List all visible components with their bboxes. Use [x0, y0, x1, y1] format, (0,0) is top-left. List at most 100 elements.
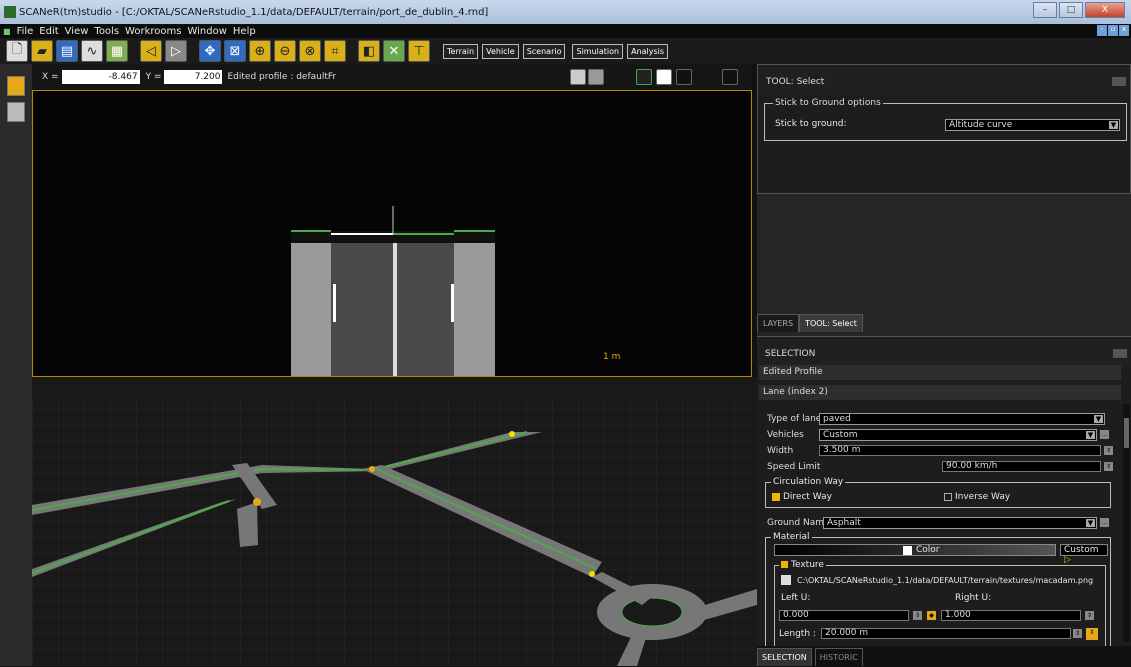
width-spinner[interactable]: ⇕: [1104, 446, 1113, 455]
edited-profile-header[interactable]: Edited Profile: [759, 365, 1121, 380]
save-icon[interactable]: ▤: [56, 40, 78, 62]
road-branch-down: [237, 502, 258, 547]
tab-analysis[interactable]: Analysis: [627, 43, 669, 59]
vehicles-select[interactable]: Custom ▼: [819, 429, 1097, 441]
inverse-way-checkbox[interactable]: Inverse Way: [944, 492, 1010, 502]
play-arrow-icon: ▷: [1064, 555, 1071, 565]
window-title: SCANeR(tm)studio - [C:/OKTAL/SCANeRstudi…: [19, 6, 489, 18]
tab-simulation[interactable]: Simulation: [572, 43, 624, 59]
length-lock-icon[interactable]: ⇕: [1086, 628, 1098, 640]
material-group: Material Color Custom ▷ Texture C:\OKTAL…: [765, 532, 1111, 648]
tab-terrain[interactable]: Terrain: [443, 43, 479, 59]
maximize-button[interactable]: □: [1059, 2, 1083, 18]
white-square-icon[interactable]: [656, 69, 672, 85]
menu-file[interactable]: File: [14, 26, 37, 37]
tab-tool-select[interactable]: TOOL: Select: [799, 314, 863, 332]
tab-layers[interactable]: LAYERS: [757, 314, 800, 332]
mdi-minimize-button[interactable]: -: [1097, 25, 1107, 36]
zoom-region-icon[interactable]: ⊠: [224, 40, 246, 62]
speed-limit-field[interactable]: 90.00 km/h: [942, 461, 1101, 472]
tab-selection[interactable]: SELECTION: [757, 648, 812, 666]
measure-icon[interactable]: ⊤: [408, 40, 430, 62]
color-bar[interactable]: Color: [774, 544, 1056, 556]
y-coordinate-field[interactable]: 7.200: [164, 70, 223, 84]
menu-window[interactable]: Window: [184, 26, 229, 37]
ground-value: Asphalt: [827, 518, 861, 528]
open-folder-icon[interactable]: ▰: [31, 40, 53, 62]
mdi-restore-button[interactable]: ▫: [1108, 25, 1118, 36]
texture-title-wrap: Texture: [779, 560, 826, 570]
zoom-extent-icon[interactable]: ⌗: [324, 40, 346, 62]
ground-more-button[interactable]: …: [1100, 518, 1109, 527]
wireframe-icon[interactable]: [676, 69, 692, 85]
menu-edit[interactable]: Edit: [36, 26, 61, 37]
custom-button[interactable]: Custom ▷: [1060, 544, 1108, 565]
stick-group-title: Stick to Ground options: [773, 98, 883, 108]
tab-historic[interactable]: HISTORIC: [814, 648, 863, 666]
vehicles-more-button[interactable]: …: [1100, 430, 1109, 439]
x-coordinate-field[interactable]: -8.467: [61, 70, 140, 84]
layer-stack-icon[interactable]: ◧: [358, 40, 380, 62]
right-u-field[interactable]: 1.000: [941, 610, 1081, 621]
new-file-icon[interactable]: 🗋: [6, 40, 28, 62]
profile-curve-icon[interactable]: ∿: [81, 40, 103, 62]
terrain-map-icon[interactable]: ▦: [106, 40, 128, 62]
junction-marker-2[interactable]: [369, 466, 375, 472]
mdi-close-button[interactable]: x: [1119, 25, 1129, 36]
junction-marker-3[interactable]: [509, 431, 515, 437]
tab-scenario[interactable]: Scenario: [522, 43, 566, 59]
view-button-gray-2[interactable]: [588, 69, 604, 85]
menu-tools[interactable]: Tools: [91, 26, 122, 37]
3d-viewport[interactable]: [32, 377, 757, 666]
length-spinner[interactable]: ⇕: [1073, 629, 1082, 638]
left-u-spinner[interactable]: ⇕: [913, 611, 922, 620]
chevron-down-icon: ▼: [1109, 121, 1118, 129]
zoom-fit-icon[interactable]: ⊗: [299, 40, 321, 62]
undo-arrow-icon[interactable]: ◁: [140, 40, 162, 62]
edit-tool-icon[interactable]: [7, 102, 25, 122]
speed-spinner[interactable]: ⇕: [1104, 462, 1113, 471]
camera-options-icon[interactable]: [722, 69, 738, 85]
selection-scrollbar[interactable]: [1123, 404, 1130, 642]
checkbox-empty-icon: [944, 492, 952, 501]
ground-name-select[interactable]: Asphalt ▼: [823, 517, 1097, 529]
circulation-way-group: Circulation Way Direct Way Inverse Way: [765, 477, 1111, 508]
tab-vehicle[interactable]: Vehicle: [482, 43, 519, 59]
texture-title: Texture: [791, 560, 824, 570]
junction-marker-4[interactable]: [589, 571, 595, 577]
zoom-in-icon[interactable]: ⊕: [249, 40, 271, 62]
left-u-field[interactable]: 0.000: [779, 610, 909, 621]
cross-section-icon[interactable]: ✕: [383, 40, 405, 62]
selection-dock-icon[interactable]: [1113, 349, 1127, 358]
type-of-lane-select[interactable]: paved ▼: [819, 413, 1105, 425]
open-texture-icon[interactable]: [781, 575, 791, 585]
dock-icon[interactable]: [1112, 77, 1126, 86]
stick-to-ground-select[interactable]: Altitude curve ▼: [945, 119, 1120, 131]
circulation-title: Circulation Way: [771, 477, 846, 487]
mdi-app-icon: ■: [3, 26, 11, 36]
length-field[interactable]: 20.000 m: [821, 628, 1071, 639]
texture-checkbox[interactable]: [781, 561, 788, 568]
minimize-button[interactable]: –: [1033, 2, 1057, 18]
profile-view[interactable]: 1 m: [32, 90, 752, 377]
texture-group: Texture C:\OKTAL/SCANeRstudio_1.1/data/D…: [774, 560, 1106, 648]
right-u-spinner[interactable]: ⇕: [1085, 611, 1094, 620]
junction-marker-1[interactable]: [253, 498, 261, 506]
redo-arrow-icon[interactable]: ▷: [165, 40, 187, 62]
lane-header[interactable]: Lane (index 2): [759, 385, 1121, 400]
width-field[interactable]: 3.500 m: [819, 445, 1101, 456]
menu-view[interactable]: View: [62, 26, 92, 37]
scrollbar-thumb[interactable]: [1124, 418, 1129, 448]
green-layer-icon[interactable]: [636, 69, 652, 85]
window-controls: – □ X: [1033, 2, 1125, 18]
menu-help[interactable]: Help: [230, 26, 259, 37]
view-button-gray-1[interactable]: [570, 69, 586, 85]
zoom-out-icon[interactable]: ⊖: [274, 40, 296, 62]
left-u-label: Left U:: [781, 593, 811, 603]
close-button[interactable]: X: [1085, 2, 1125, 18]
pan-icon[interactable]: ✥: [199, 40, 221, 62]
menu-workrooms[interactable]: Workrooms: [122, 26, 184, 37]
select-arrow-icon[interactable]: [7, 76, 25, 96]
swap-u-icon[interactable]: ◆: [927, 611, 936, 620]
direct-way-checkbox[interactable]: Direct Way: [772, 492, 832, 502]
